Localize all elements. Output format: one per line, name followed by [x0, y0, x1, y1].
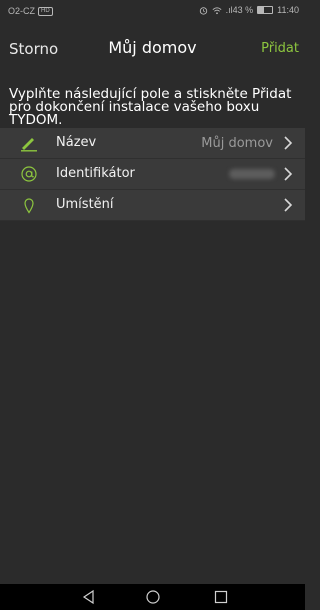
identifier-value-redacted	[229, 169, 275, 179]
chevron-right-icon	[284, 198, 293, 212]
chevron-right-icon	[284, 136, 293, 150]
at-sign-icon	[21, 166, 37, 182]
status-right: .ıl43 % 11:40	[199, 5, 299, 15]
name-value: Můj domov	[201, 136, 273, 151]
name-label: Název	[56, 135, 97, 150]
status-bar: O2-CZ HD .ıl43 % 11:40	[0, 0, 305, 22]
identifier-label: Identifikátor	[56, 166, 135, 181]
title-bar: Storno Můj domov Přidat	[0, 22, 305, 82]
back-icon[interactable]	[80, 588, 98, 606]
clock: 11:40	[277, 5, 299, 15]
name-row[interactable]: Název Můj domov	[0, 128, 305, 159]
recents-icon[interactable]	[212, 588, 230, 606]
pencil-icon	[21, 138, 37, 152]
instructions-text: Vyplňte následující pole a stiskněte Při…	[9, 86, 292, 128]
identifier-row[interactable]: Identifikátor	[0, 159, 305, 190]
form-list: Název Můj domov Identifikátor Umístění	[0, 128, 305, 221]
home-icon[interactable]	[144, 588, 162, 606]
location-row[interactable]: Umístění	[0, 190, 305, 221]
carrier-name: O2-CZ	[8, 6, 35, 16]
alarm-icon	[199, 6, 207, 15]
navigation-bar	[0, 584, 305, 610]
wifi-icon	[212, 6, 222, 14]
chevron-right-icon	[284, 167, 293, 181]
signal-battery-text: .ıl43 %	[225, 5, 254, 15]
add-button[interactable]: Přidat	[261, 41, 299, 56]
battery-level	[258, 7, 265, 13]
location-label: Umístění	[56, 197, 114, 212]
battery-icon	[257, 6, 274, 14]
location-pin-icon	[24, 198, 34, 214]
page-title: Můj domov	[108, 38, 197, 57]
sim-badge: HD	[38, 6, 53, 16]
app-screen: O2-CZ HD .ıl43 % 11:40 Storno Můj domov …	[0, 0, 305, 610]
status-left: O2-CZ HD	[8, 6, 53, 16]
